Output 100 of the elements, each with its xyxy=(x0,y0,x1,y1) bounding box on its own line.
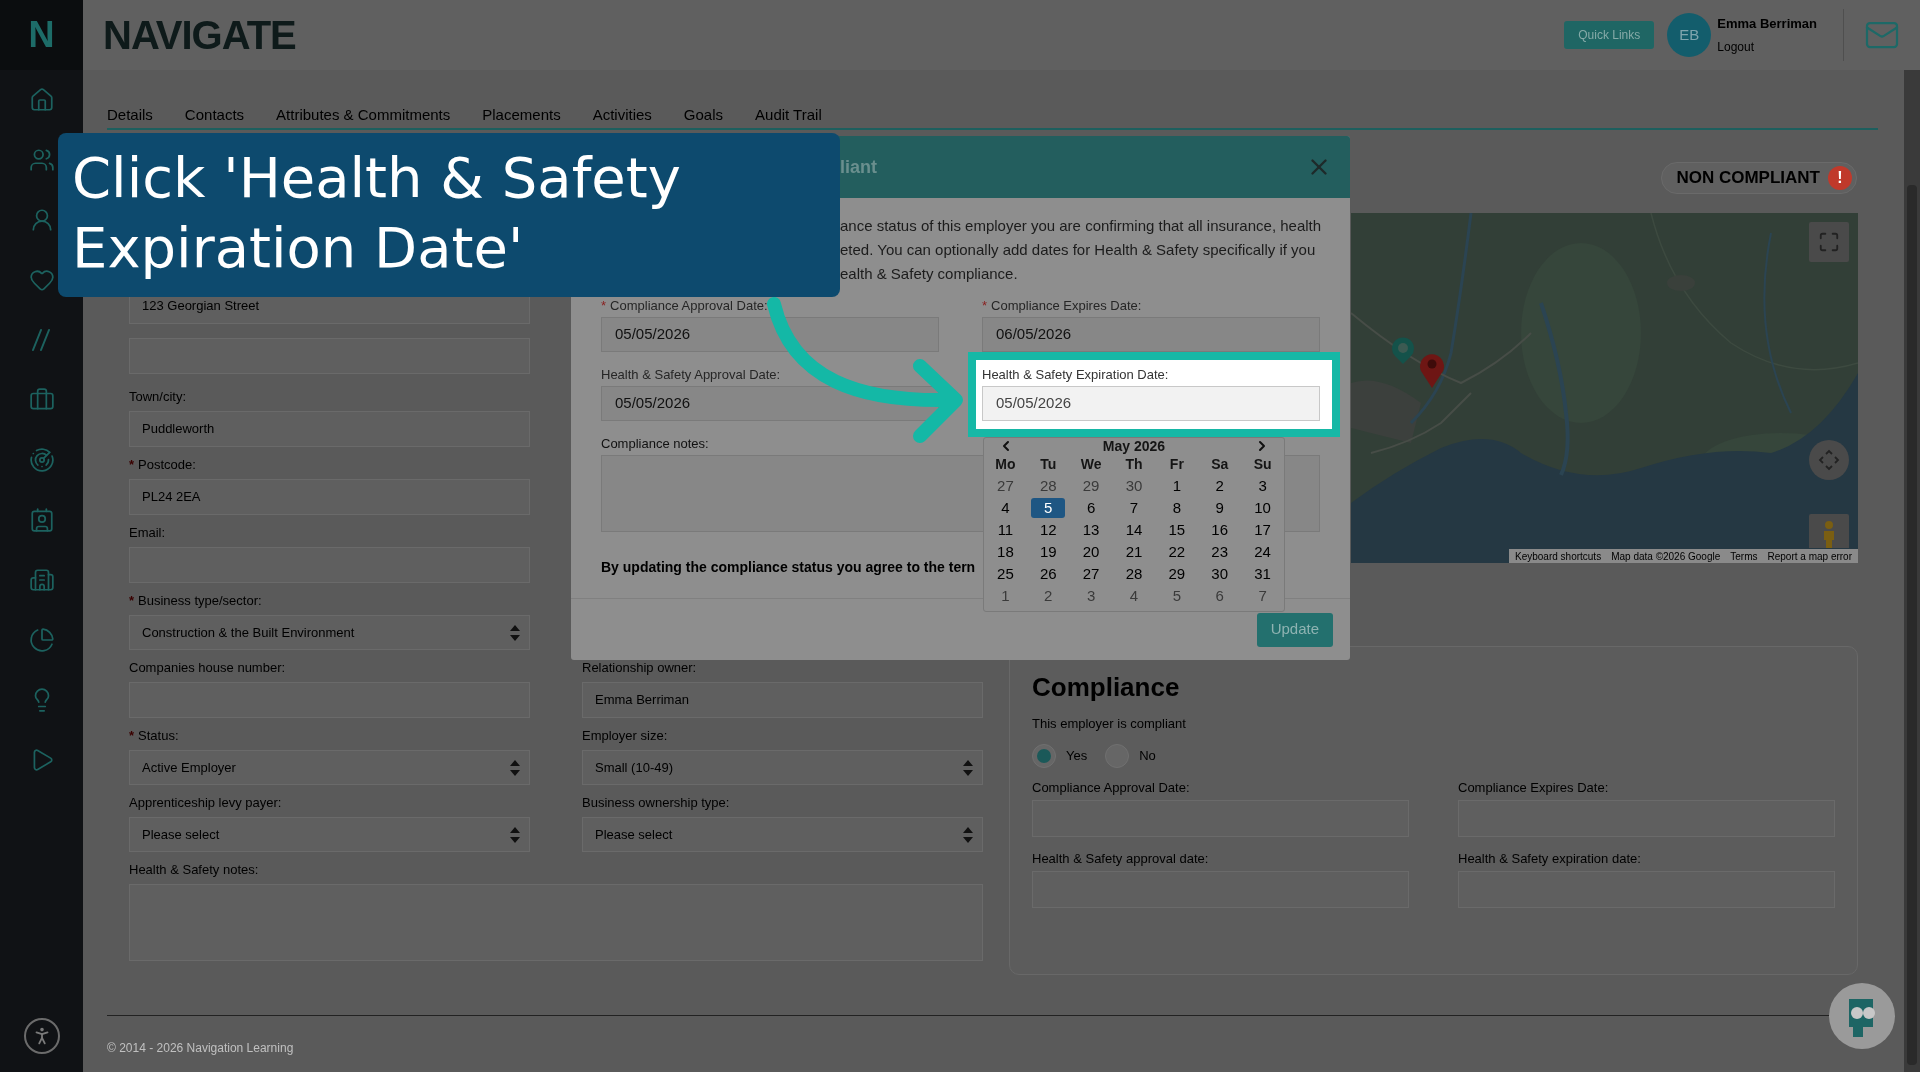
street-view-button[interactable] xyxy=(1809,514,1849,548)
calendar-day[interactable]: 4 xyxy=(990,498,1021,518)
text-field[interactable]: Emma Berriman xyxy=(582,682,983,718)
calendar-day[interactable]: 1 xyxy=(1161,476,1192,496)
question-label: This employer is compliant xyxy=(1032,715,1187,733)
calendar-day[interactable]: 31 xyxy=(1247,564,1278,584)
calendar-day[interactable]: 5 xyxy=(1031,498,1066,518)
date-field[interactable]: 05/05/2026 xyxy=(982,386,1320,421)
calendar-day[interactable]: 7 xyxy=(1247,586,1278,606)
calendar-day[interactable]: 11 xyxy=(990,520,1021,540)
copyright-text: © 2014 - 2026 Navigation Learning xyxy=(107,1041,294,1055)
calendar-day[interactable]: 4 xyxy=(1119,586,1149,606)
pan-arrows-icon xyxy=(1818,449,1840,471)
required-asterisk: * xyxy=(982,298,988,314)
weekday-label: Fr xyxy=(1168,455,1185,474)
calendar-day[interactable]: 26 xyxy=(1033,564,1064,584)
text-field[interactable]: Puddleworth xyxy=(129,411,530,447)
chat-assistant-icon[interactable] xyxy=(1829,983,1895,1049)
calendar-day[interactable]: 21 xyxy=(1119,542,1149,562)
field-label: Compliance Expires Date: xyxy=(1458,779,1610,796)
date-field[interactable]: 06/05/2026 xyxy=(982,317,1320,352)
calendar-day[interactable]: 28 xyxy=(1119,564,1149,584)
select-field[interactable]: Construction & the Built Environment xyxy=(129,615,530,650)
calendar-day[interactable]: 19 xyxy=(1033,542,1064,562)
month-label[interactable]: May 2026 xyxy=(1102,438,1166,454)
calendar-day[interactable]: 13 xyxy=(1076,520,1107,540)
logout-link[interactable]: Logout xyxy=(1717,37,1817,56)
users-icon[interactable] xyxy=(28,147,55,173)
calendar-day[interactable]: 17 xyxy=(1247,520,1278,540)
weekday-label: Su xyxy=(1252,455,1273,474)
building-icon[interactable] xyxy=(28,567,55,593)
calendar-day[interactable]: 29 xyxy=(1076,476,1107,496)
map-attribution-link[interactable]: Map data ©2026 Google xyxy=(1611,549,1721,563)
map-attribution-link[interactable]: Terms xyxy=(1730,549,1758,563)
calendar-day[interactable]: 24 xyxy=(1247,542,1278,562)
accessibility-button[interactable] xyxy=(23,1018,60,1054)
heart-icon[interactable] xyxy=(28,267,55,293)
agreement-text: By updating the compliance status you agree to the tern xyxy=(601,558,976,577)
calendar-day[interactable]: 22 xyxy=(1161,542,1192,562)
user-name: Emma Berriman xyxy=(1717,15,1817,34)
map-pin-icon[interactable] xyxy=(1418,351,1446,389)
calendar-day[interactable]: 2 xyxy=(1204,476,1235,496)
text-field[interactable]: PL24 2EA xyxy=(129,479,530,515)
calendar-day[interactable]: 9 xyxy=(1204,498,1235,518)
intro-text: ance status of this employer you are confirming that all insurance, health xyxy=(840,216,1320,236)
radar-icon[interactable] xyxy=(28,447,55,473)
radio-button[interactable] xyxy=(1032,743,1056,768)
select-field[interactable]: Please select xyxy=(129,817,530,852)
house-icon[interactable] xyxy=(28,87,55,113)
calendar-day[interactable]: 8 xyxy=(1161,498,1192,518)
select-field[interactable]: Active Employer xyxy=(129,750,530,785)
field-label: Compliance Approval Date: xyxy=(610,298,768,314)
map-attribution-link[interactable]: Report a map error xyxy=(1767,549,1852,563)
sort-arrows-icon xyxy=(962,758,974,777)
calendar-day[interactable]: 16 xyxy=(1204,520,1235,540)
field-label: Health & Safety approval date: xyxy=(1032,850,1210,867)
calendar-day[interactable]: 14 xyxy=(1119,520,1149,540)
contact-card-icon[interactable] xyxy=(28,507,55,533)
calendar-day[interactable]: 15 xyxy=(1161,520,1192,540)
calendar-day[interactable]: 5 xyxy=(1161,586,1192,606)
field-label: Status: xyxy=(138,728,179,744)
pie-chart-icon[interactable] xyxy=(28,627,55,653)
calendar-day[interactable]: 30 xyxy=(1204,564,1235,584)
radio-label: Yes xyxy=(1066,746,1088,765)
briefcase-icon[interactable] xyxy=(28,387,55,413)
calendar-day[interactable]: 20 xyxy=(1076,542,1107,562)
select-field[interactable]: Small (10-49) xyxy=(582,750,983,785)
map[interactable]: Keyboard shortcuts Map data ©2026 Google Terms Report a map error xyxy=(1351,213,1858,563)
field-label: Health & Safety Expiration Date: xyxy=(982,367,1169,383)
calendar-day[interactable]: 23 xyxy=(1204,542,1235,562)
calendar-day[interactable]: 3 xyxy=(1247,476,1278,496)
calendar-day[interactable]: 10 xyxy=(1247,498,1278,518)
weekday-label: Th xyxy=(1124,455,1144,474)
field-label: Apprenticeship levy payer: xyxy=(129,795,282,811)
select-field[interactable]: Please select xyxy=(582,817,983,852)
map-attribution-link[interactable]: Keyboard shortcuts xyxy=(1515,549,1602,563)
intro-text: ealth & Safety compliance. xyxy=(840,264,1019,284)
field-label: Relationship owner: xyxy=(582,660,697,676)
calendar-day[interactable]: 6 xyxy=(1204,586,1235,606)
calendar-day[interactable]: 29 xyxy=(1161,564,1192,584)
calendar-day[interactable]: 7 xyxy=(1119,498,1149,518)
field-label: Companies house number: xyxy=(129,660,286,676)
calendar-day[interactable]: 28 xyxy=(1033,476,1064,496)
calendar-day[interactable]: 25 xyxy=(990,564,1021,584)
callout-text: Click 'Health & Safety Expiration Date' xyxy=(72,144,682,282)
calendar-day[interactable]: 30 xyxy=(1119,476,1149,496)
sort-arrows-icon xyxy=(509,758,521,777)
date-field[interactable]: 05/05/2026 xyxy=(601,317,939,352)
calendar-day[interactable]: 1 xyxy=(990,586,1021,606)
required-asterisk: * xyxy=(129,593,135,609)
calendar-day[interactable]: 27 xyxy=(990,476,1021,496)
fullscreen-button[interactable] xyxy=(1809,222,1849,262)
calendar-day[interactable]: 18 xyxy=(990,542,1021,562)
poi-marker-icon[interactable] xyxy=(1391,337,1415,365)
calendar-day[interactable]: 6 xyxy=(1076,498,1107,518)
warning-icon: ! xyxy=(1828,166,1852,190)
calendar-day[interactable]: 3 xyxy=(1076,586,1107,606)
calendar-day[interactable]: 2 xyxy=(1033,586,1064,606)
calendar-day[interactable]: 27 xyxy=(1076,564,1107,584)
calendar-day[interactable]: 12 xyxy=(1033,520,1064,540)
